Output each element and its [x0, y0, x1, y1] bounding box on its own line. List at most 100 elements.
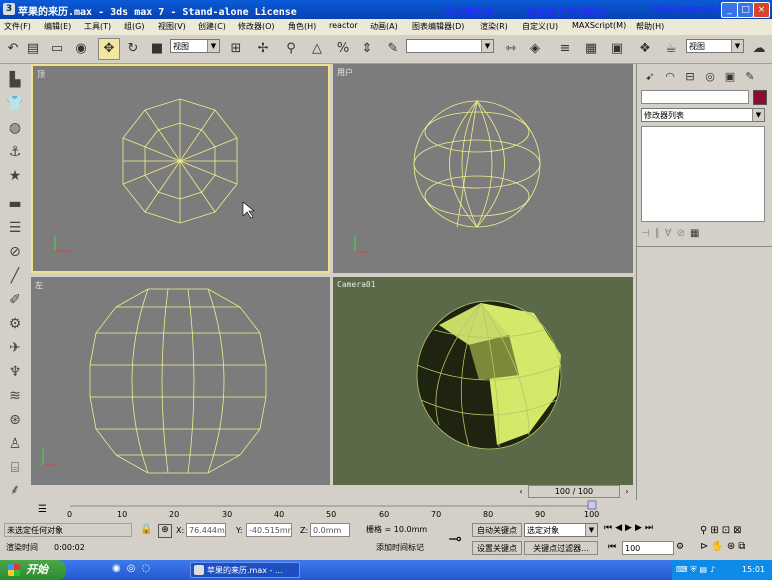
- rect-select-icon[interactable]: ▭: [46, 38, 68, 60]
- curve-editor-icon[interactable]: ▦: [580, 38, 602, 60]
- wave-icon[interactable]: ≋: [5, 386, 25, 406]
- menu-maxscript[interactable]: MAXScript(M): [572, 21, 626, 30]
- menu-view[interactable]: 视图(V): [158, 21, 186, 32]
- network-icon[interactable]: ▤: [700, 565, 711, 574]
- window-crossing-icon[interactable]: ◉: [70, 38, 92, 60]
- close-button[interactable]: ×: [753, 2, 770, 18]
- render-type-dropdown[interactable]: 视图 ▼: [686, 39, 744, 53]
- rotate-icon[interactable]: ↻: [122, 38, 144, 60]
- layer-icon[interactable]: ≡: [554, 38, 576, 60]
- menu-create[interactable]: 创建(C): [198, 21, 226, 32]
- orbit-icon[interactable]: ⊛: [727, 541, 738, 552]
- link-icon[interactable]: ⊘: [5, 242, 25, 262]
- plane-icon[interactable]: ✈: [5, 338, 25, 358]
- player-icon[interactable]: ◌: [141, 563, 156, 574]
- capsule-icon[interactable]: ╱: [5, 266, 25, 286]
- object-color-swatch[interactable]: [753, 90, 767, 105]
- pivot-icon[interactable]: ⊞: [225, 38, 247, 60]
- edit-named-selection-icon[interactable]: ✎: [382, 38, 404, 60]
- undo-icon[interactable]: ↶: [2, 38, 24, 60]
- viewport-camera[interactable]: Camera01: [333, 277, 633, 485]
- x-coordinate-field[interactable]: 76.444mm: [186, 523, 226, 537]
- make-unique-icon[interactable]: ∀: [665, 228, 677, 239]
- snap-icon[interactable]: ⚲: [280, 38, 302, 60]
- key-icon[interactable]: ⊸: [444, 528, 466, 550]
- menu-modifiers[interactable]: 修改器(O): [238, 21, 275, 32]
- minimize-button[interactable]: _: [721, 2, 738, 18]
- current-frame-field[interactable]: 100: [622, 541, 674, 555]
- viewport-top[interactable]: 顶: [31, 64, 330, 273]
- previous-frame-icon[interactable]: ◀: [615, 523, 625, 533]
- set-key-button[interactable]: 设置关键点: [472, 541, 522, 555]
- material-editor-icon[interactable]: ❖: [634, 38, 656, 60]
- pen-icon[interactable]: ✐: [5, 290, 25, 310]
- keyboard-icon[interactable]: ⌨: [676, 565, 691, 574]
- menu-group[interactable]: 组(G): [124, 21, 144, 32]
- shirt-icon[interactable]: 👕: [5, 94, 25, 114]
- menu-help[interactable]: 帮助(H): [636, 21, 664, 32]
- media-icon[interactable]: ◎: [127, 563, 142, 574]
- zoom-icon[interactable]: ⚲: [700, 525, 710, 536]
- reference-coord-dropdown[interactable]: 视图 ▼: [170, 39, 220, 53]
- object-name-field[interactable]: [641, 90, 749, 104]
- add-time-tag-button[interactable]: 添加时间标记: [364, 541, 436, 555]
- viewport-left[interactable]: 左: [31, 277, 330, 485]
- scale-icon[interactable]: ■: [146, 38, 168, 60]
- move-icon[interactable]: ✥: [98, 38, 120, 60]
- spiral-icon[interactable]: ⊛: [5, 410, 25, 430]
- modifier-list-dropdown[interactable]: 修改器列表 ▼: [641, 108, 765, 122]
- track-bar[interactable]: ☰ 0 10 20 30 40 50 60 70 80 90 100: [30, 500, 636, 522]
- figure-icon[interactable]: ♙: [5, 434, 25, 454]
- modify-tab-icon[interactable]: ◠: [661, 68, 679, 86]
- motion-tab-icon[interactable]: ◎: [701, 68, 719, 86]
- brush-icon[interactable]: ⸙: [5, 480, 25, 500]
- zoom-extents-icon[interactable]: ⊡: [722, 525, 733, 536]
- show-end-result-icon[interactable]: ∥: [655, 228, 665, 239]
- gear-icon[interactable]: ⚙: [5, 314, 25, 334]
- menu-edit[interactable]: 编辑(E): [44, 21, 71, 32]
- fov-icon[interactable]: ⊳: [700, 541, 711, 552]
- menu-graph-editors[interactable]: 图表编辑器(D): [412, 21, 464, 32]
- pin-stack-icon[interactable]: ⊣: [641, 228, 655, 239]
- time-next-icon[interactable]: ›: [622, 486, 632, 498]
- menu-file[interactable]: 文件(F): [4, 21, 31, 32]
- schematic-icon[interactable]: ▣: [606, 38, 628, 60]
- key-mode-toggle-icon[interactable]: ⏮: [608, 542, 616, 552]
- anchor-icon[interactable]: ⚓: [5, 142, 25, 162]
- menu-character[interactable]: 角色(H): [288, 21, 316, 32]
- menu-rendering[interactable]: 渲染(R): [480, 21, 508, 32]
- menu-tools[interactable]: 工具(T): [84, 21, 111, 32]
- quick-render-icon[interactable]: ☁: [748, 38, 770, 60]
- menu-animation[interactable]: 动画(A): [370, 21, 398, 32]
- viewport-user[interactable]: 用户: [333, 64, 633, 273]
- modifier-stack[interactable]: [641, 126, 765, 222]
- cylinder-icon[interactable]: ◍: [5, 118, 25, 138]
- stack-icon[interactable]: ☰: [5, 218, 25, 238]
- start-button[interactable]: 开始: [0, 560, 66, 580]
- time-prev-icon[interactable]: ‹: [516, 486, 526, 498]
- angle-snap-icon[interactable]: △: [306, 38, 328, 60]
- absolute-mode-icon[interactable]: ⊕: [158, 524, 172, 538]
- play-icon[interactable]: ▶: [625, 523, 635, 533]
- mirror-icon[interactable]: ⇿: [500, 38, 522, 60]
- render-scene-icon[interactable]: ☕: [660, 38, 682, 60]
- time-config-icon[interactable]: ⚙: [676, 542, 684, 552]
- pan-icon[interactable]: ✋: [711, 541, 726, 552]
- ie-icon[interactable]: ◉: [112, 563, 127, 574]
- lock-icon[interactable]: 🔒: [140, 524, 152, 535]
- utilities-tab-icon[interactable]: ✎: [741, 68, 759, 86]
- auto-key-button[interactable]: 自动关键点: [472, 523, 522, 537]
- align-icon[interactable]: ◈: [524, 38, 546, 60]
- bottle-icon[interactable]: ⌸: [5, 458, 25, 478]
- create-tab-icon[interactable]: ➹: [641, 68, 659, 86]
- z-coordinate-field[interactable]: 0.0mm: [310, 523, 350, 537]
- monitor-icon[interactable]: ▬: [5, 194, 25, 214]
- volume-icon[interactable]: ♪: [710, 565, 718, 574]
- configure-sets-icon[interactable]: ▦: [690, 228, 704, 239]
- display-tab-icon[interactable]: ▣: [721, 68, 739, 86]
- key-filters-button[interactable]: 关键点过滤器...: [524, 541, 598, 555]
- remove-modifier-icon[interactable]: ⊘: [677, 228, 690, 239]
- spinner-snap-icon[interactable]: ⇕: [356, 38, 378, 60]
- hierarchy-tab-icon[interactable]: ⊟: [681, 68, 699, 86]
- boxes-icon[interactable]: ▙: [5, 70, 25, 90]
